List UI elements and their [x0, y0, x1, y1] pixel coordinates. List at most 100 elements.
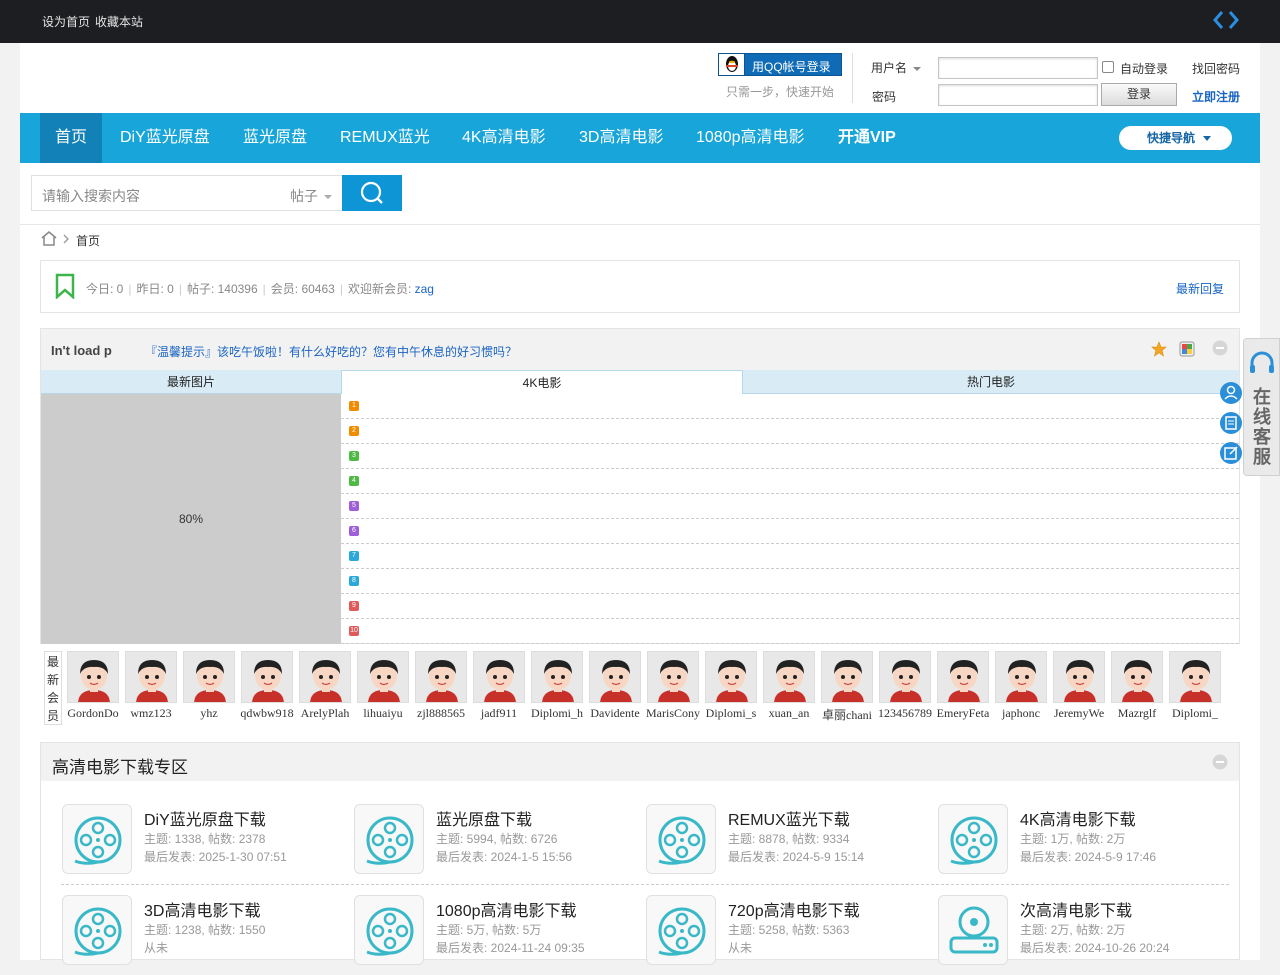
avatar[interactable] [531, 651, 583, 703]
search-input[interactable]: 请输入搜索内容 [42, 186, 140, 206]
nav-home[interactable]: 首页 [40, 113, 103, 163]
list-item[interactable]: 9 [341, 594, 1239, 619]
auto-login-checkbox[interactable] [1102, 61, 1114, 73]
search-type-select[interactable]: 帖子 [290, 186, 332, 206]
avatar[interactable] [183, 651, 235, 703]
list-item[interactable]: 5 [341, 494, 1239, 519]
avatar[interactable] [415, 651, 467, 703]
list-item[interactable]: 8 [341, 569, 1239, 594]
forum-last-post[interactable]: 从未 [728, 939, 752, 956]
tab-4k-movies[interactable]: 4K电影 [341, 370, 743, 394]
register-link[interactable]: 立即注册 [1192, 88, 1240, 105]
forum-item[interactable]: 720p高清电影下载 主题: 5258, 帖数: 5363 从未 [646, 895, 936, 975]
set-homepage-link[interactable]: 设为首页 [42, 15, 90, 29]
code-brackets-icon[interactable] [1212, 8, 1240, 32]
forum-item[interactable]: 1080p高清电影下载 主题: 5万, 帖数: 5万 最后发表: 2024-11-2… [354, 895, 644, 975]
member-name[interactable]: xuan_an [762, 706, 816, 721]
search-box[interactable]: 请输入搜索内容 帖子 [31, 175, 343, 211]
member-name[interactable]: MarisCony [646, 706, 700, 721]
avatar[interactable] [125, 651, 177, 703]
forum-name[interactable]: 4K高清电影下载 [1020, 806, 1136, 830]
member-name[interactable]: japhonc [994, 706, 1048, 721]
member-item[interactable]: zjl888565 [414, 651, 468, 721]
member-item[interactable]: Mazrglf [1110, 651, 1164, 721]
avatar[interactable] [763, 651, 815, 703]
film-reel-icon[interactable] [354, 895, 424, 965]
forum-last-post[interactable]: 最后发表: 2024-5-9 17:46 [1020, 848, 1156, 865]
avatar[interactable] [357, 651, 409, 703]
avatar[interactable] [1053, 651, 1105, 703]
member-name[interactable]: jadf911 [472, 706, 526, 721]
member-item[interactable]: 123456789 [878, 651, 932, 721]
star-icon[interactable] [1151, 341, 1167, 357]
collapse-icon[interactable] [1212, 340, 1228, 356]
avatar[interactable] [995, 651, 1047, 703]
forum-name[interactable]: 3D高清电影下载 [144, 897, 260, 921]
collapse-icon[interactable] [1212, 754, 1228, 770]
forum-last-post[interactable]: 最后发表: 2025-1-30 07:51 [144, 848, 287, 865]
member-name[interactable]: Diplomi_h [530, 706, 584, 721]
film-reel-icon[interactable] [354, 804, 424, 874]
member-item[interactable]: Diplomi_ [1168, 651, 1222, 721]
avatar[interactable] [821, 651, 873, 703]
member-name[interactable]: 123456789 [878, 706, 932, 721]
forum-name[interactable]: DiY蓝光原盘下载 [144, 806, 266, 830]
member-name[interactable]: qdwbw918 [240, 706, 294, 721]
film-reel-icon[interactable] [646, 895, 716, 965]
list-item[interactable]: 6 [341, 519, 1239, 544]
list-item[interactable]: 4 [341, 469, 1239, 494]
film-reel-icon[interactable] [938, 804, 1008, 874]
forum-last-post[interactable]: 最后发表: 2024-1-5 15:56 [436, 848, 572, 865]
forum-item[interactable]: DiY蓝光原盘下载 主题: 1338, 帖数: 2378 最后发表: 2025-1-… [62, 804, 352, 884]
list-item[interactable]: 10 [341, 619, 1239, 644]
forum-name[interactable]: 720p高清电影下载 [728, 897, 860, 921]
nav-diy-bluray[interactable]: DiY蓝光原盘 [120, 113, 210, 163]
forum-name[interactable]: 蓝光原盘下载 [436, 806, 532, 830]
tab-hot-movies[interactable]: 热门电影 [743, 370, 1239, 394]
avatar[interactable] [1169, 651, 1221, 703]
forum-name[interactable]: 次高清电影下载 [1020, 897, 1132, 921]
film-reel-icon[interactable] [62, 804, 132, 874]
member-item[interactable]: MarisCony [646, 651, 700, 721]
document-icon[interactable] [1220, 412, 1242, 434]
member-item[interactable]: EmeryFeta [936, 651, 990, 721]
new-member-link[interactable]: zag [415, 282, 434, 296]
username-input[interactable] [938, 57, 1098, 79]
edit-icon[interactable] [1220, 442, 1242, 464]
username-label[interactable]: 用户名 [871, 59, 922, 76]
qq-login-button[interactable]: 用QQ帐号登录 [718, 53, 842, 76]
forum-item[interactable]: REMUX蓝光下载 主题: 8878, 帖数: 9334 最后发表: 2024-5-… [646, 804, 936, 884]
user-service-icon[interactable] [1220, 382, 1242, 404]
member-item[interactable]: qdwbw918 [240, 651, 294, 721]
list-item[interactable]: 2 [341, 419, 1239, 444]
forum-name[interactable]: REMUX蓝光下载 [728, 806, 850, 830]
member-name[interactable]: Diplomi_ [1168, 706, 1222, 721]
quick-nav-button[interactable]: 快捷导航 [1119, 126, 1232, 150]
tab-latest-images[interactable]: 最新图片 [41, 370, 341, 394]
color-palette-icon[interactable] [1179, 341, 1195, 357]
avatar[interactable] [705, 651, 757, 703]
online-service-panel[interactable]: 在线客服 [1243, 338, 1280, 476]
member-name[interactable]: Mazrglf [1110, 706, 1164, 721]
list-item[interactable]: 7 [341, 544, 1239, 569]
disc-player-icon[interactable] [938, 895, 1008, 965]
member-item[interactable]: Davidente [588, 651, 642, 721]
avatar[interactable] [589, 651, 641, 703]
avatar[interactable] [241, 651, 293, 703]
film-reel-icon[interactable] [646, 804, 716, 874]
member-item[interactable]: Diplomi_h [530, 651, 584, 721]
member-item[interactable]: 卓丽chani [820, 651, 874, 723]
member-name[interactable]: lihuaiyu [356, 706, 410, 721]
list-item[interactable]: 1 [341, 394, 1239, 419]
member-item[interactable]: wmz123 [124, 651, 178, 721]
member-name[interactable]: 卓丽chani [820, 706, 874, 723]
nav-remux[interactable]: REMUX蓝光 [340, 113, 430, 163]
member-name[interactable]: yhz [182, 706, 236, 721]
forum-last-post[interactable]: 最后发表: 2024-5-9 15:14 [728, 848, 864, 865]
nav-vip[interactable]: 开通VIP [838, 113, 896, 163]
nav-4k[interactable]: 4K高清电影 [462, 113, 546, 163]
member-item[interactable]: japhonc [994, 651, 1048, 721]
avatar[interactable] [67, 651, 119, 703]
member-name[interactable]: EmeryFeta [936, 706, 990, 721]
forum-last-post[interactable]: 从未 [144, 939, 168, 956]
